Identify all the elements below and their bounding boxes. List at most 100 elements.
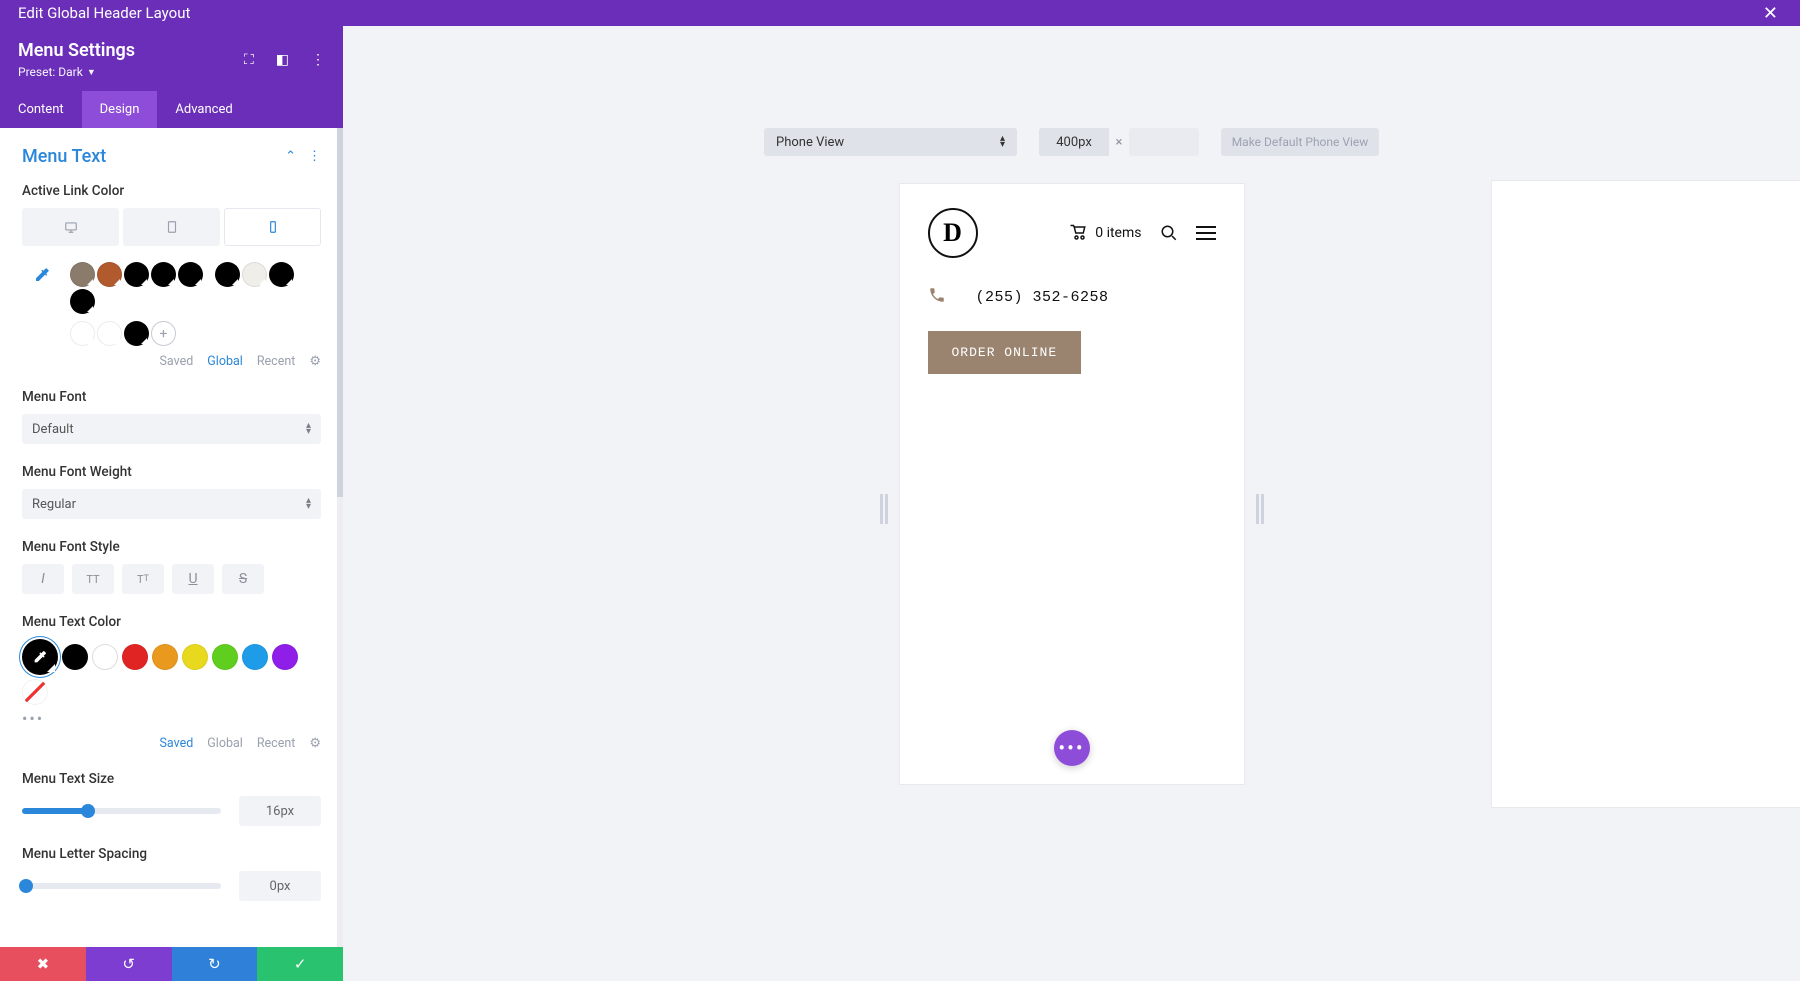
palette-tab-recent[interactable]: Recent: [257, 354, 296, 369]
swatch[interactable]: [182, 644, 208, 670]
top-bar: Edit Global Header Layout ✕: [0, 0, 1800, 26]
palette-tab-global[interactable]: Global: [207, 354, 243, 369]
section-title: Menu Text: [22, 146, 106, 167]
more-icon[interactable]: ⋮: [311, 52, 325, 68]
device-tablet[interactable]: [123, 208, 220, 246]
cancel-button[interactable]: ✖: [0, 947, 86, 981]
style-underline[interactable]: U: [172, 564, 214, 594]
resize-handle-right[interactable]: [1256, 494, 1259, 524]
canvas-toolbar: Phone View▴▾ × Make Default Phone View: [343, 128, 1800, 156]
settings-header: Menu Settings Preset: Dark▼ ⛶ ◧ ⋮: [0, 26, 343, 91]
label-menu-font-style: Menu Font Style: [22, 539, 321, 555]
cart-label: 0 items: [1095, 225, 1141, 241]
device-phone[interactable]: [224, 208, 321, 246]
swatch[interactable]: [70, 289, 95, 314]
order-online-button[interactable]: ORDER ONLINE: [928, 331, 1082, 374]
device-desktop[interactable]: [22, 208, 119, 246]
swatch[interactable]: [122, 644, 148, 670]
swatch[interactable]: [92, 644, 118, 670]
swatch[interactable]: [70, 321, 95, 346]
swatch[interactable]: [152, 644, 178, 670]
swatch[interactable]: [124, 262, 149, 287]
gear-icon-2[interactable]: ⚙: [309, 736, 321, 751]
swatch-selected[interactable]: [22, 639, 58, 675]
save-button[interactable]: ✓: [257, 947, 343, 981]
label-menu-text-size: Menu Text Size: [22, 771, 321, 787]
hamburger-icon[interactable]: [1196, 226, 1216, 240]
fab-more[interactable]: •••: [1054, 730, 1090, 766]
palette-tab-global-2[interactable]: Global: [207, 736, 243, 751]
style-italic[interactable]: I: [22, 564, 64, 594]
add-swatch[interactable]: +: [151, 321, 176, 346]
cart[interactable]: 0 items: [1069, 224, 1141, 242]
height-input[interactable]: [1129, 128, 1199, 156]
resize-handle-left[interactable]: [885, 494, 888, 524]
tab-advanced[interactable]: Advanced: [157, 91, 250, 128]
input-letter-spacing[interactable]: [239, 871, 321, 901]
chevron-up-icon[interactable]: ⌃: [285, 149, 296, 164]
cart-icon: [1069, 224, 1087, 242]
active-link-swatches: +: [70, 262, 295, 346]
label-menu-font-weight: Menu Font Weight: [22, 464, 321, 480]
input-text-size[interactable]: [239, 796, 321, 826]
width-input[interactable]: [1039, 128, 1109, 156]
settings-sidebar: Menu Settings Preset: Dark▼ ⛶ ◧ ⋮ Conten…: [0, 26, 343, 981]
phone-preview: D 0 items (255) 352-6258: [900, 184, 1244, 784]
topbar-title: Edit Global Header Layout: [18, 4, 190, 22]
swatch[interactable]: [178, 262, 203, 287]
eyedropper-icon[interactable]: [22, 262, 62, 288]
palette-tab-saved[interactable]: Saved: [160, 354, 194, 369]
swatch[interactable]: [97, 321, 122, 346]
style-smallcaps[interactable]: TT: [122, 564, 164, 594]
swatch[interactable]: [151, 262, 176, 287]
view-selector[interactable]: Phone View▴▾: [764, 128, 1017, 156]
undo-button[interactable]: ↺: [86, 947, 172, 981]
swatch[interactable]: [97, 262, 122, 287]
expand-icon[interactable]: ⛶: [244, 52, 254, 68]
palette-tab-recent-2[interactable]: Recent: [257, 736, 296, 751]
phone-icon: [928, 286, 946, 309]
select-menu-font[interactable]: Default▴▾: [22, 414, 321, 444]
right-panel: [1492, 181, 1800, 807]
section-menu-text[interactable]: Menu Text ⌃ ⋮: [22, 146, 321, 167]
phone-number: (255) 352-6258: [976, 289, 1109, 306]
tab-content[interactable]: Content: [0, 91, 82, 128]
slider-text-size[interactable]: [22, 808, 221, 814]
layout-icon[interactable]: ◧: [276, 52, 289, 68]
make-default-view-button[interactable]: Make Default Phone View: [1221, 128, 1379, 156]
swatch[interactable]: [242, 644, 268, 670]
label-menu-text-color: Menu Text Color: [22, 614, 321, 630]
dimension-x: ×: [1109, 128, 1129, 156]
text-color-swatches: [22, 639, 321, 705]
close-icon[interactable]: ✕: [1759, 3, 1782, 24]
bottom-actions: ✖ ↺ ↻ ✓: [0, 947, 343, 981]
swatch[interactable]: [269, 262, 294, 287]
redo-button[interactable]: ↻: [172, 947, 258, 981]
tab-design[interactable]: Design: [82, 91, 158, 128]
swatch[interactable]: [215, 262, 240, 287]
label-menu-font: Menu Font: [22, 389, 321, 405]
section-more-icon[interactable]: ⋮: [308, 149, 321, 164]
palette-tab-saved-2[interactable]: Saved: [160, 736, 194, 751]
swatch-none[interactable]: [22, 679, 48, 705]
swatch[interactable]: [70, 262, 95, 287]
search-icon[interactable]: [1160, 224, 1178, 242]
settings-title: Menu Settings: [18, 40, 135, 61]
preset-selector[interactable]: Preset: Dark▼: [18, 65, 135, 79]
style-strikethrough[interactable]: S: [222, 564, 264, 594]
label-active-link-color: Active Link Color: [22, 183, 321, 199]
logo[interactable]: D: [928, 208, 978, 258]
select-menu-font-weight[interactable]: Regular▴▾: [22, 489, 321, 519]
label-letter-spacing: Menu Letter Spacing: [22, 846, 321, 862]
swatch[interactable]: [242, 262, 267, 287]
slider-letter-spacing[interactable]: [22, 883, 221, 889]
gear-icon[interactable]: ⚙: [309, 354, 321, 369]
more-dots-icon[interactable]: •••: [22, 709, 321, 728]
swatch[interactable]: [62, 644, 88, 670]
settings-tabs: Content Design Advanced: [0, 91, 343, 128]
swatch[interactable]: [272, 644, 298, 670]
canvas: Phone View▴▾ × Make Default Phone View D…: [343, 26, 1800, 981]
style-uppercase[interactable]: TT: [72, 564, 114, 594]
swatch[interactable]: [124, 321, 149, 346]
swatch[interactable]: [212, 644, 238, 670]
